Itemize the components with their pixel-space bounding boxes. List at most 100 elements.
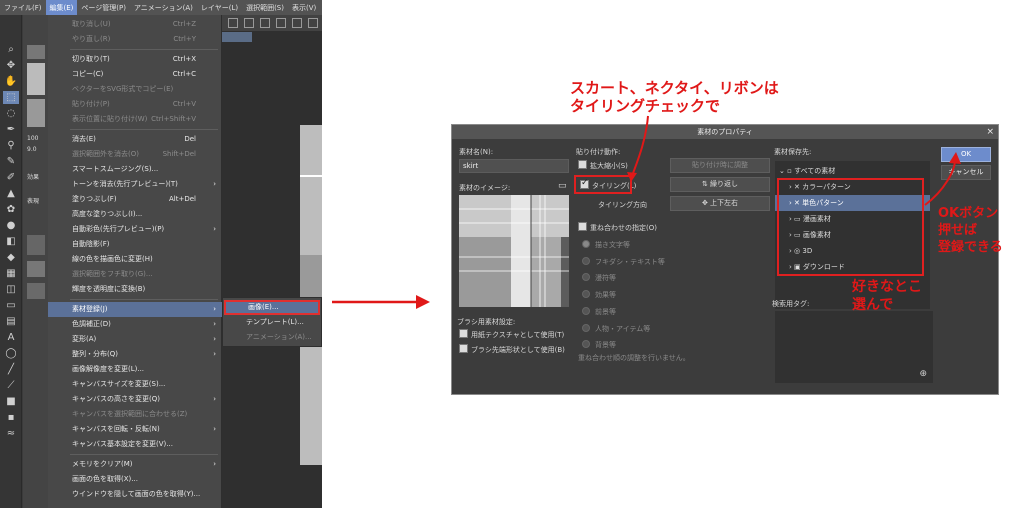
- menubar-item[interactable]: ページ管理(P): [77, 0, 130, 15]
- fill-cmd-icon[interactable]: [260, 18, 270, 28]
- brush-tip-checkbox[interactable]: [459, 344, 468, 353]
- annotation-choose-line2: 選んで: [852, 297, 894, 313]
- edit-menu-item[interactable]: 素材登録(J) ›: [48, 302, 222, 317]
- eyedropper-icon[interactable]: ⚲: [3, 139, 19, 152]
- cancel-button[interactable]: キャンセル: [941, 165, 991, 180]
- menubar-item[interactable]: レイヤー(L): [197, 0, 242, 15]
- scale-checkbox[interactable]: [578, 160, 587, 169]
- airbrush-icon[interactable]: ▲: [3, 187, 19, 200]
- material-name-field[interactable]: skirt: [459, 159, 569, 173]
- overlap-radio[interactable]: [582, 273, 590, 282]
- repeat-dropdown[interactable]: ⇅ 繰り返し: [670, 177, 770, 192]
- menubar-item[interactable]: ファイル(F): [0, 0, 46, 15]
- edit-menu-item[interactable]: 塗りつぶし(F) Alt+Del: [48, 192, 222, 207]
- edit-menu-item[interactable]: キャンバス基本設定を変更(V)...: [48, 437, 222, 452]
- edit-menu-item[interactable]: 切り取り(T) Ctrl+X: [48, 52, 222, 67]
- balloon-icon[interactable]: ◯: [3, 347, 19, 360]
- edit-menu-item[interactable]: キャンバスの高さを変更(Q) ›: [48, 392, 222, 407]
- edit-menu-item[interactable]: 高度な塗りつぶし(I)...: [48, 207, 222, 222]
- edit-menu-shortcut: Ctrl+V: [172, 100, 196, 108]
- select-icon[interactable]: ⬚: [3, 91, 19, 104]
- submenu-item[interactable]: 画像(E)...: [224, 300, 320, 315]
- edit-menu-item[interactable]: メモリをクリア(M) ›: [48, 457, 222, 472]
- select-all-icon[interactable]: [292, 18, 302, 28]
- clear-icon[interactable]: [244, 18, 254, 28]
- edit-menu-item[interactable]: 消去(E) Del: [48, 132, 222, 147]
- pencil-icon[interactable]: ✎: [3, 155, 19, 168]
- no-overlap-note: 重ね合わせ順の調整を行いません。: [578, 354, 690, 362]
- close-icon[interactable]: ×: [986, 125, 994, 139]
- zoom-value: 100: [27, 135, 39, 142]
- search-tag-label: 検索用タグ:: [772, 300, 810, 308]
- menu-separator: [70, 49, 218, 50]
- edit-menu-item[interactable]: 画像解像度を変更(L)...: [48, 362, 222, 377]
- color-swatch-icon[interactable]: ■: [3, 395, 19, 408]
- ok-button[interactable]: OK: [941, 147, 991, 162]
- zoom-icon[interactable]: ⌕: [3, 43, 19, 56]
- paste-adjust-dropdown[interactable]: 貼り付け時に調整: [670, 158, 770, 173]
- overlap-radio[interactable]: [582, 290, 590, 299]
- menubar-item[interactable]: 編集(E): [45, 0, 78, 15]
- decoration-icon[interactable]: ✿: [3, 203, 19, 216]
- overlap-radio[interactable]: [582, 306, 590, 315]
- paper-texture-checkbox[interactable]: [459, 329, 468, 338]
- frame-icon[interactable]: ▭: [3, 299, 19, 312]
- edit-menu-item[interactable]: トーンを消去(先行プレビュー)(T) ›: [48, 177, 222, 192]
- edit-menu-item[interactable]: 自動陰影(F): [48, 237, 222, 252]
- move-icon[interactable]: ✥: [3, 59, 19, 72]
- eraser-icon[interactable]: ◧: [3, 235, 19, 248]
- tool-property-panel: 100 9.0 効果 表現: [23, 15, 48, 508]
- edit-menu-item[interactable]: 輝度を透明度に変換(B): [48, 282, 222, 297]
- menubar-item[interactable]: 表示(V): [288, 0, 320, 15]
- edit-menu-item[interactable]: スマートスムージング(S)...: [48, 162, 222, 177]
- edit-menu-item[interactable]: ウインドウを隠して画面の色を取得(Y)...: [48, 487, 222, 502]
- brush-icon[interactable]: ✐: [3, 171, 19, 184]
- direction-label: 上下左右: [710, 199, 739, 207]
- transparent-color-icon[interactable]: ≈: [3, 427, 19, 440]
- undo-icon[interactable]: [228, 18, 238, 28]
- menubar-item[interactable]: 選択範囲(S): [242, 0, 288, 15]
- ruler-icon[interactable]: ▤: [3, 315, 19, 328]
- chevron-down-icon[interactable]: ⌄: [779, 167, 787, 175]
- line-icon[interactable]: ╱: [3, 363, 19, 376]
- edit-menu-item[interactable]: キャンバスサイズを変更(S)...: [48, 377, 222, 392]
- edit-menu-item[interactable]: 整列・分布(Q) ›: [48, 347, 222, 362]
- hand-icon[interactable]: ✋: [3, 75, 19, 88]
- repeat-label: 繰り返し: [710, 180, 739, 188]
- overlap-checkbox[interactable]: [578, 222, 587, 231]
- gradient-icon[interactable]: ▦: [3, 267, 19, 280]
- edit-menu-shortcut: Del: [184, 135, 196, 143]
- edit-menu-item[interactable]: キャンバスを回転・反転(N) ›: [48, 422, 222, 437]
- annotation-top: スカート、ネクタイ、リボンは タイリングチェックで: [570, 79, 779, 115]
- direction-dropdown[interactable]: ✥ 上下左右: [670, 196, 770, 211]
- submenu-item[interactable]: テンプレート(L)...: [224, 315, 320, 330]
- deselect-icon[interactable]: [308, 18, 318, 28]
- edit-menu-item[interactable]: 画面の色を取得(X)...: [48, 472, 222, 487]
- blend-icon[interactable]: ●: [3, 219, 19, 232]
- tag-add-icon[interactable]: ⊕: [919, 369, 927, 379]
- text-icon[interactable]: A: [3, 331, 19, 344]
- fill-icon[interactable]: ◆: [3, 251, 19, 264]
- search-tag-box[interactable]: ⊕: [775, 311, 933, 383]
- shape-icon[interactable]: ◫: [3, 283, 19, 296]
- menubar-item[interactable]: アニメーション(A): [130, 0, 197, 15]
- tree-item[interactable]: ⌄ ▫ すべての素材: [775, 163, 930, 179]
- lasso-icon[interactable]: ◌: [3, 107, 19, 120]
- overlap-radio[interactable]: [582, 323, 590, 332]
- canvas-tab[interactable]: [222, 32, 252, 42]
- color-swap-icon[interactable]: ▪: [3, 411, 19, 424]
- overlap-radio[interactable]: [582, 256, 590, 265]
- edit-menu-item[interactable]: 色調補正(D) ›: [48, 317, 222, 332]
- overlap-radio[interactable]: [582, 240, 590, 248]
- transform-icon[interactable]: [276, 18, 286, 28]
- overlap-label: 重ね合わせの指定(O): [590, 224, 657, 232]
- folder-icon[interactable]: ▭: [558, 181, 567, 191]
- overlap-radio[interactable]: [582, 340, 590, 349]
- edit-menu-item[interactable]: 変形(A) ›: [48, 332, 222, 347]
- correct-line-icon[interactable]: ⟋: [3, 379, 19, 392]
- pen-icon[interactable]: ✒: [3, 123, 19, 136]
- edit-menu-item[interactable]: 自動彩色(先行プレビュー)(P) ›: [48, 222, 222, 237]
- edit-menu-item[interactable]: コピー(C) Ctrl+C: [48, 67, 222, 82]
- menu-separator: [70, 129, 218, 130]
- edit-menu-item[interactable]: 線の色を描画色に変更(H): [48, 252, 222, 267]
